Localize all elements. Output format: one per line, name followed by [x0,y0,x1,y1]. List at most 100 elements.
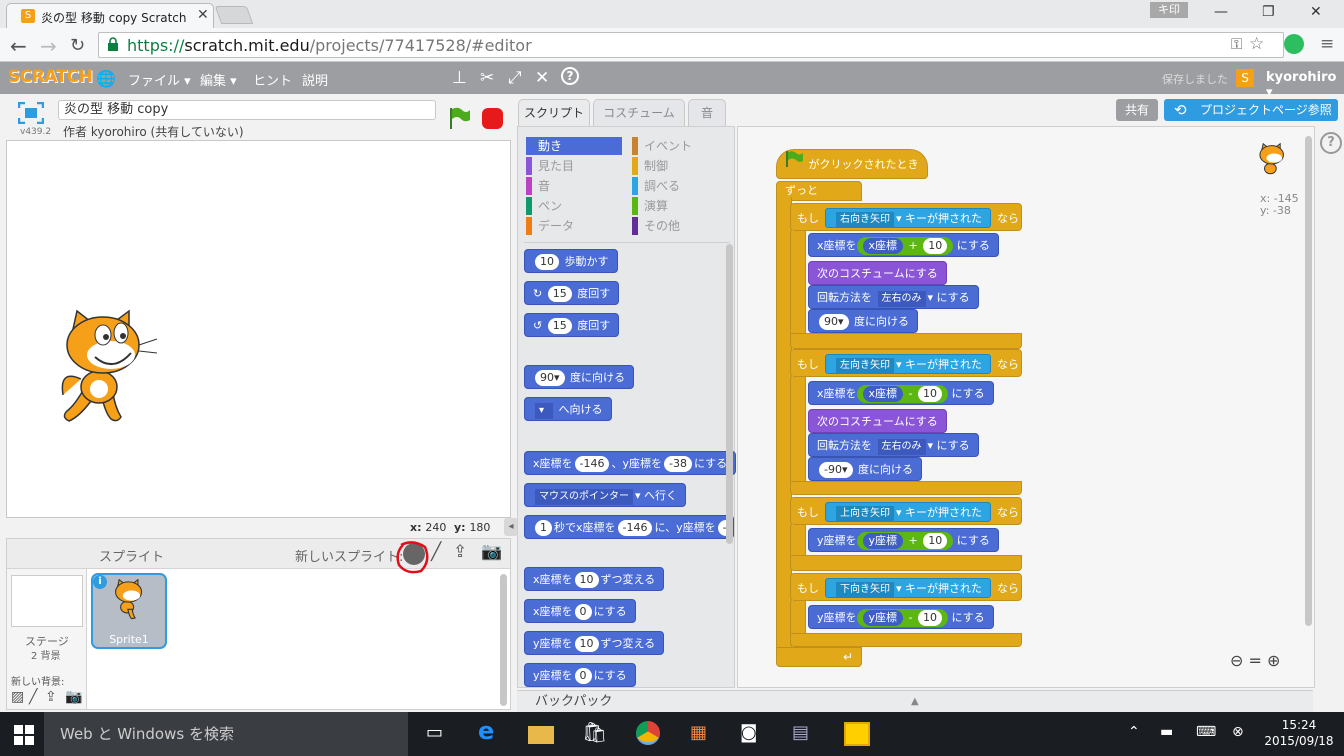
network-icon[interactable]: ⊗ [1232,724,1244,740]
share-button[interactable]: 共有 [1116,99,1158,121]
category-operators[interactable]: 演算 [632,197,728,215]
stage-canvas[interactable] [6,140,511,518]
backpack-expand-icon[interactable]: ▲ [911,691,919,713]
project-title-input[interactable]: 炎の型 移動 copy [58,100,436,120]
zoom-reset-icon[interactable]: = [1249,651,1262,670]
user-avatar[interactable]: S [1236,69,1254,87]
category-motion[interactable]: 動き [526,137,622,155]
file-explorer-icon[interactable] [528,726,554,744]
category-sensing[interactable]: 調べる [632,177,728,195]
file-menu[interactable]: ファイル ▾ [128,70,191,89]
chrome-icon[interactable] [636,721,660,745]
presentation-app-icon[interactable] [844,722,870,746]
block-set-y-plus[interactable]: y座標を y座標 + 10 にする [808,528,999,552]
sprite-pane-scrollbar[interactable] [500,574,507,706]
browser-tab[interactable]: S 炎の型 移動 copy Scratch ✕ [6,3,214,28]
block-goto-target[interactable]: マウスのポインター ▾ へ行く [524,483,687,507]
window-close-icon[interactable]: ✕ [1310,4,1322,20]
block-set-x-plus[interactable]: x座標を x座標 + 10 にする [808,233,999,257]
presentation-mode-icon[interactable] [17,101,45,125]
category-data[interactable]: データ [526,217,622,235]
block-turn-left[interactable]: ↺ 15 度回す [524,313,620,337]
close-tab-icon[interactable]: ✕ [197,7,209,23]
script-area-scrollbar[interactable] [1305,136,1312,626]
category-looks[interactable]: 見た目 [526,157,622,175]
taskbar-search[interactable]: Web と Windows を検索 [44,712,408,756]
block-if-down[interactable]: もし 下向き矢印 ▾ キーが押された なら [790,573,1022,601]
category-events[interactable]: イベント [632,137,728,155]
block-if-left[interactable]: もし 左向き矢印 ▾ キーが押された なら [790,349,1022,377]
forward-icon[interactable]: → [40,34,57,58]
help-tips-icon[interactable]: ? [1320,132,1342,154]
edge-browser-icon[interactable]: e [478,717,504,745]
stage-thumbnail[interactable] [11,575,83,627]
block-change-y[interactable]: y座標を 10 ずつ変える [524,631,665,655]
camera-backdrop-icon[interactable]: 📷 [65,689,82,705]
cat-sprite-on-stage[interactable] [55,309,159,431]
tab-sounds[interactable]: 音 [688,99,726,126]
duplicate-stamp-icon[interactable]: ⊥ [452,68,467,88]
reload-icon[interactable]: ↻ [70,35,85,56]
upload-sprite-icon[interactable]: ⇪ [453,542,467,562]
zoom-in-icon[interactable]: ⊕ [1267,651,1280,670]
username-menu[interactable]: kyorohiro ▾ [1266,70,1344,100]
category-sound[interactable]: 音 [526,177,622,195]
paint-backdrop-icon[interactable]: ╱ [29,689,37,705]
delete-scissors-icon[interactable]: ✂ [480,68,494,88]
edit-menu[interactable]: 編集 ▾ [200,70,237,89]
keyboard-icon[interactable]: ⌨ [1196,724,1216,740]
tips-menu[interactable]: ヒント [253,70,292,89]
back-icon[interactable]: ← [10,34,27,58]
about-menu[interactable]: 説明 [302,70,328,89]
block-point-minus-90[interactable]: -90▾ 度に向ける [808,457,922,481]
backdrop-library-icon[interactable]: ▨ [11,689,24,705]
minimize-icon[interactable]: — [1214,4,1228,20]
block-goto-xy[interactable]: x座標を -146 、y座標を -38 にする [524,451,737,475]
block-glide[interactable]: 1秒でx座標を-146に、y座標を-3 [524,515,734,539]
green-flag-icon[interactable] [448,106,472,133]
see-project-page-button[interactable]: ⟲ プロジェクトページ参照 [1164,99,1338,121]
paint-sprite-icon[interactable]: ╱ [431,542,441,562]
block-rotation-style-2[interactable]: 回転方法を 左右のみ ▾ にする [808,433,979,457]
block-rotation-style[interactable]: 回転方法を 左右のみ ▾ にする [808,285,979,309]
upload-backdrop-icon[interactable]: ⇪ [45,689,57,705]
block-change-x[interactable]: x座標を 10 ずつ変える [524,567,665,591]
block-turn-right[interactable]: ↻ 15 度回す [524,281,620,305]
kindle-icon[interactable]: ◙ [740,722,766,746]
block-next-costume-2[interactable]: 次のコスチュームにする [808,409,947,433]
app-grid-icon[interactable]: ▦ [690,722,716,746]
category-pen[interactable]: ペン [526,197,622,215]
script-area[interactable]: がクリックされたとき ずっと ↵ もし 右向き矢印 ▾ キーが押された なら x座… [737,126,1315,688]
block-point-direction[interactable]: 90▾ 度に向ける [524,365,635,389]
zoom-out-icon[interactable]: ⊖ [1230,651,1243,670]
block-point-towards[interactable]: ▾ へ向ける [524,397,612,421]
camera-sprite-icon[interactable]: 📷 [481,542,502,562]
collapse-stage-icon[interactable]: ◂ [504,518,518,536]
store-icon[interactable]: 🛍 [582,720,608,744]
block-if-right[interactable]: もし 右向き矢印 ▾ キーが押された なら [790,203,1022,231]
block-point-90[interactable]: 90▾ 度に向ける [808,309,919,333]
category-control[interactable]: 制御 [632,157,728,175]
block-move-steps[interactable]: 10 歩動かす [524,249,618,273]
info-icon[interactable]: i [93,575,107,589]
address-bar[interactable]: https://scratch.mit.edu/projects/7741752… [98,32,1284,58]
key-icon[interactable]: ⚿ [1231,35,1242,53]
tab-scripts[interactable]: スクリプト [518,99,590,126]
sprite-thumbnail-sprite1[interactable]: i Sprite1 [91,573,167,649]
help-icon[interactable]: ? [561,67,579,85]
block-set-y[interactable]: y座標を 0 にする [524,663,636,687]
block-set-x-minus[interactable]: x座標を x座標 - 10 にする [808,381,994,405]
block-set-y-minus[interactable]: y座標を y座標 - 10 にする [808,605,994,629]
profile-badge[interactable]: キ印 [1150,2,1188,18]
palette-scrollbar[interactable] [726,244,733,544]
taskbar-clock[interactable]: 15:24 2015/09/18 [1264,717,1334,749]
block-next-costume[interactable]: 次のコスチュームにする [808,261,947,285]
notification-icon[interactable]: ▬ [1160,724,1173,740]
windows-start-icon[interactable] [14,725,34,748]
shrink-icon[interactable]: ✕ [535,68,549,88]
backpack-bar[interactable]: バックパック ▲ [517,690,1313,712]
block-when-flag-clicked[interactable]: がクリックされたとき [776,149,928,179]
tab-costumes[interactable]: コスチューム [593,99,685,126]
tray-expand-icon[interactable]: ⌃ [1128,724,1140,740]
extension-icon[interactable] [1284,34,1304,54]
